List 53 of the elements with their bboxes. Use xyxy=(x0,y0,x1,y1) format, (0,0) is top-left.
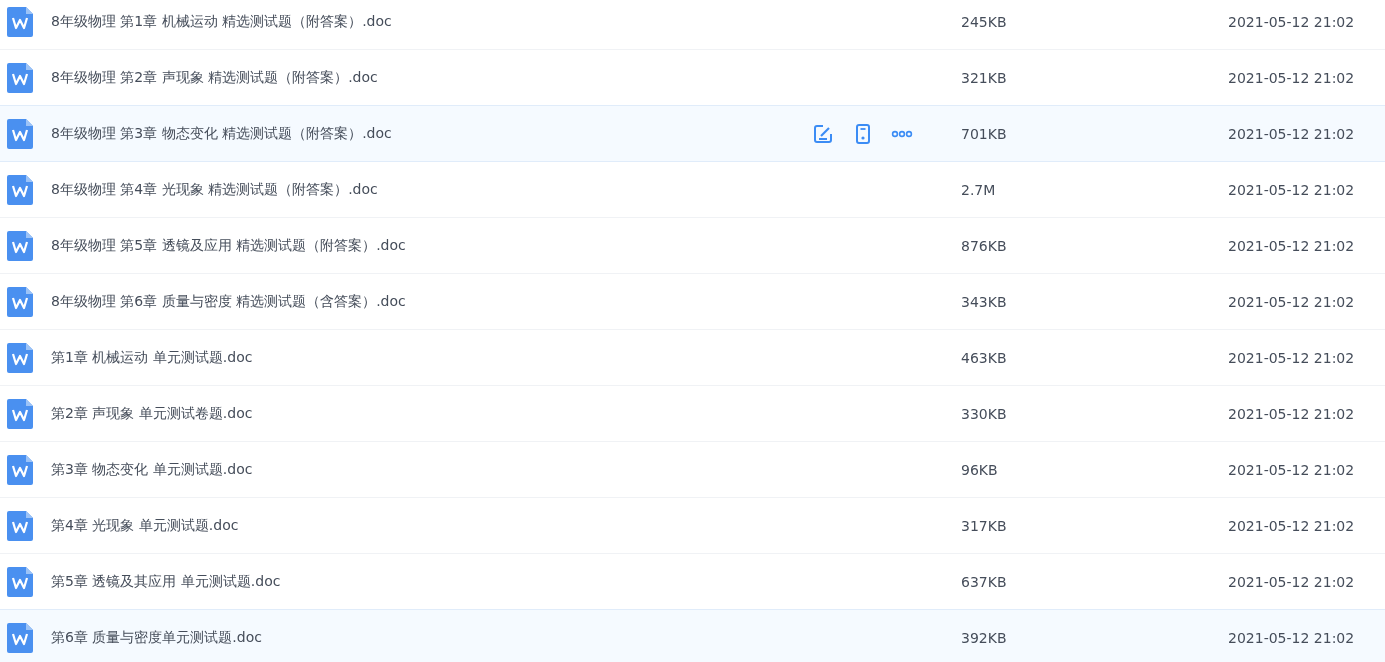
modified-date: 2021-05-12 21:02 xyxy=(1228,69,1355,86)
file-size: 330KB xyxy=(961,405,1008,422)
file-size: 463KB xyxy=(961,349,1008,366)
word-document-icon xyxy=(7,174,33,205)
file-name[interactable]: 第2章 声现象 单元测试卷题.doc xyxy=(51,404,813,423)
file-name[interactable]: 第1章 机械运动 单元测试题.doc xyxy=(51,348,813,367)
modified-date: 2021-05-12 21:02 xyxy=(1228,349,1355,366)
modified-date: 2021-05-12 21:02 xyxy=(1228,237,1355,254)
file-name[interactable]: 第5章 透镜及其应用 单元测试题.doc xyxy=(51,572,813,591)
edit-icon[interactable] xyxy=(813,123,833,144)
file-name[interactable]: 8年级物理 第2章 声现象 精选测试题（附答案）.doc xyxy=(51,68,813,87)
modified-date: 2021-05-12 21:02 xyxy=(1228,405,1355,422)
modified-date: 2021-05-12 21:02 xyxy=(1228,181,1355,198)
word-document-icon xyxy=(7,454,33,485)
file-row[interactable]: 8年级物理 第3章 物态变化 精选测试题（附答案）.doc 701KB 2021-05-12 21:02 xyxy=(0,105,1385,162)
file-name[interactable]: 8年级物理 第5章 透镜及应用 精选测试题（附答案）.doc xyxy=(51,236,813,255)
file-size: 392KB xyxy=(961,629,1008,646)
word-document-icon xyxy=(7,118,33,149)
file-size: 321KB xyxy=(961,69,1008,86)
file-size: 2.7M xyxy=(961,181,997,198)
word-document-icon xyxy=(7,398,33,429)
file-size: 317KB xyxy=(961,517,1008,534)
file-row[interactable]: 第6章 质量与密度单元测试题.doc 392KB 2021-05-12 21:02 xyxy=(0,609,1385,662)
modified-date: 2021-05-12 21:02 xyxy=(1228,629,1355,646)
word-document-icon xyxy=(7,622,33,653)
file-name[interactable]: 8年级物理 第3章 物态变化 精选测试题（附答案）.doc xyxy=(51,124,813,143)
file-size: 701KB xyxy=(961,125,1008,142)
file-size: 343KB xyxy=(961,293,1008,310)
word-document-icon xyxy=(7,6,33,37)
word-document-icon xyxy=(7,62,33,93)
word-document-icon xyxy=(7,510,33,541)
word-document-icon xyxy=(7,230,33,261)
file-name[interactable]: 第3章 物态变化 单元测试题.doc xyxy=(51,460,813,479)
modified-date: 2021-05-12 21:02 xyxy=(1228,293,1355,310)
file-name[interactable]: 8年级物理 第6章 质量与密度 精选测试题（含答案）.doc xyxy=(51,292,813,311)
file-name[interactable]: 第4章 光现象 单元测试题.doc xyxy=(51,516,813,535)
modified-date: 2021-05-12 21:02 xyxy=(1228,13,1355,30)
modified-date: 2021-05-12 21:02 xyxy=(1228,517,1355,534)
file-name[interactable]: 第6章 质量与密度单元测试题.doc xyxy=(51,628,813,647)
more-icon[interactable] xyxy=(891,129,913,138)
word-document-icon xyxy=(7,286,33,317)
file-name[interactable]: 8年级物理 第4章 光现象 精选测试题（附答案）.doc xyxy=(51,180,813,199)
file-size: 245KB xyxy=(961,13,1008,30)
word-document-icon xyxy=(7,342,33,373)
file-name[interactable]: 8年级物理 第1章 机械运动 精选测试题（附答案）.doc xyxy=(51,12,813,31)
modified-date: 2021-05-12 21:02 xyxy=(1228,125,1355,142)
modified-date: 2021-05-12 21:02 xyxy=(1228,461,1355,478)
modified-date: 2021-05-12 21:02 xyxy=(1228,573,1355,590)
file-size: 637KB xyxy=(961,573,1008,590)
file-size: 96KB xyxy=(961,461,999,478)
word-document-icon xyxy=(7,566,33,597)
phone-icon[interactable] xyxy=(853,123,873,144)
file-size: 876KB xyxy=(961,237,1008,254)
